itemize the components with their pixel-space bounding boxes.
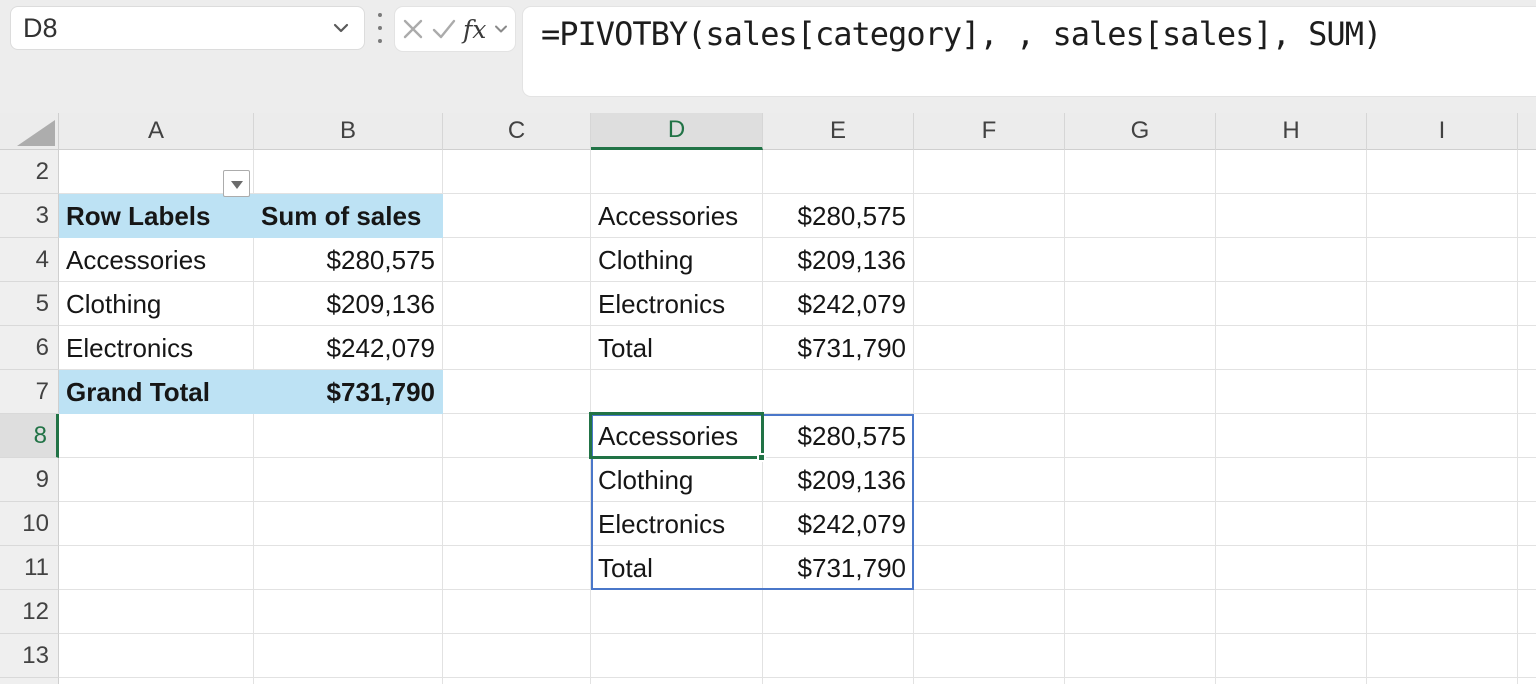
cell-d6[interactable]: Total — [591, 326, 763, 370]
enter-button[interactable] — [432, 18, 456, 40]
insert-function-button[interactable]: fx — [463, 17, 486, 42]
cell-d8-active[interactable]: Accessories — [591, 414, 763, 458]
select-all-triangle-icon — [17, 120, 55, 146]
cell-e4[interactable]: $209,136 — [763, 238, 914, 282]
cell-e8[interactable]: $280,575 — [763, 414, 914, 458]
cell-d9[interactable]: Clothing — [591, 458, 763, 502]
cell-b4[interactable]: $280,575 — [254, 238, 443, 282]
gridline — [1517, 150, 1518, 684]
cancel-button[interactable] — [402, 18, 424, 40]
name-box-resize-handle-icon[interactable] — [376, 13, 384, 43]
cell-e10[interactable]: $242,079 — [763, 502, 914, 546]
row-header-7[interactable]: 7 — [0, 370, 59, 414]
formula-text: =PIVOTBY(sales[category], , sales[sales]… — [541, 15, 1381, 53]
cell-a6[interactable]: Electronics — [59, 326, 254, 370]
row-header-2[interactable]: 2 — [0, 150, 59, 194]
cell-e9[interactable]: $209,136 — [763, 458, 914, 502]
gridline — [1366, 150, 1367, 684]
cell-e3[interactable]: $280,575 — [763, 194, 914, 238]
column-header-b[interactable]: B — [254, 113, 443, 150]
column-header-partial[interactable] — [1518, 113, 1536, 150]
row-header-8-selected[interactable]: 8 — [0, 414, 59, 458]
function-chevron-down-icon[interactable] — [494, 22, 508, 36]
cell-d3[interactable]: Accessories — [591, 194, 763, 238]
cell-e11[interactable]: $731,790 — [763, 546, 914, 590]
column-header-f[interactable]: F — [914, 113, 1065, 150]
column-header-c[interactable]: C — [443, 113, 591, 150]
formula-controls: fx — [394, 6, 516, 52]
select-all-button[interactable] — [0, 113, 59, 150]
fill-handle[interactable] — [757, 453, 766, 462]
column-header-a[interactable]: A — [59, 113, 254, 150]
name-box[interactable]: D8 — [10, 6, 365, 50]
column-header-e[interactable]: E — [763, 113, 914, 150]
column-header-i[interactable]: I — [1367, 113, 1518, 150]
gridline — [1215, 150, 1216, 684]
row-header-9[interactable]: 9 — [0, 458, 59, 502]
cell-b5[interactable]: $209,136 — [254, 282, 443, 326]
formula-bar[interactable]: =PIVOTBY(sales[category], , sales[sales]… — [522, 6, 1536, 97]
pivot-header-sum-of-sales[interactable]: Sum of sales — [254, 194, 443, 238]
row-header-5[interactable]: 5 — [0, 282, 59, 326]
row-header-11[interactable]: 11 — [0, 546, 59, 590]
cell-d5[interactable]: Electronics — [591, 282, 763, 326]
gridline — [1064, 150, 1065, 684]
cell-e6[interactable]: $731,790 — [763, 326, 914, 370]
row-header-12[interactable]: 12 — [0, 590, 59, 634]
column-header-g[interactable]: G — [1065, 113, 1216, 150]
name-box-value: D8 — [11, 7, 332, 49]
cell-a5[interactable]: Clothing — [59, 282, 254, 326]
cell-a4[interactable]: Accessories — [59, 238, 254, 282]
sheet-body[interactable]: Row Labels Sum of sales Accessories $280… — [59, 150, 1536, 684]
fx-icon: fx — [463, 17, 486, 42]
filter-triangle-icon — [231, 181, 243, 189]
column-header-h[interactable]: H — [1216, 113, 1367, 150]
cell-d11[interactable]: Total — [591, 546, 763, 590]
column-header-strip: A B C D E F G H I — [0, 113, 1536, 150]
filter-dropdown-button[interactable] — [223, 170, 250, 197]
row-header-13[interactable]: 13 — [0, 634, 59, 678]
chevron-down-icon[interactable] — [332, 19, 350, 37]
row-header-4[interactable]: 4 — [0, 238, 59, 282]
formula-area: D8 fx =PIVOTBY(sales[category], , sales[… — [0, 0, 1536, 113]
cell-b6[interactable]: $242,079 — [254, 326, 443, 370]
row-header-10[interactable]: 10 — [0, 502, 59, 546]
row-header-partial[interactable] — [0, 678, 59, 684]
column-header-d-selected[interactable]: D — [591, 113, 763, 150]
cell-d10[interactable]: Electronics — [591, 502, 763, 546]
cell-d4[interactable]: Clothing — [591, 238, 763, 282]
pivot-grand-total-label[interactable]: Grand Total — [59, 370, 254, 414]
pivot-grand-total-value[interactable]: $731,790 — [254, 370, 443, 414]
pivot-header-row-labels[interactable]: Row Labels — [59, 194, 254, 238]
row-header-3[interactable]: 3 — [0, 194, 59, 238]
row-header-6[interactable]: 6 — [0, 326, 59, 370]
cell-e5[interactable]: $242,079 — [763, 282, 914, 326]
spreadsheet: A B C D E F G H I 2 3 4 5 6 7 8 9 10 11 … — [0, 113, 1536, 684]
